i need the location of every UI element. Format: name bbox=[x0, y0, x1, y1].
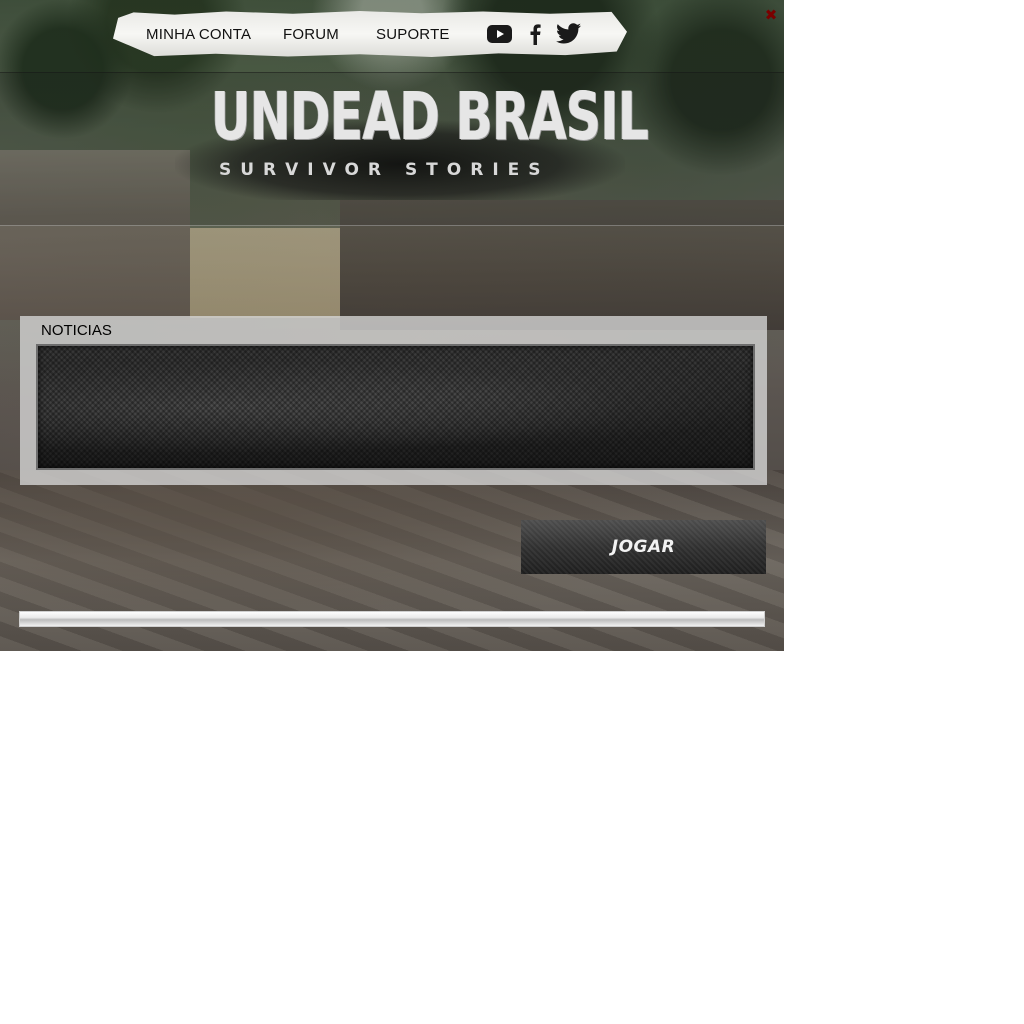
launcher-window: MINHA CONTA FORUM SUPORTE ✖ UNDEAD BRASI… bbox=[0, 0, 784, 651]
facebook-icon[interactable] bbox=[530, 24, 541, 45]
nav-link-suporte[interactable]: SUPORTE bbox=[376, 26, 450, 43]
logo-title: UNDEAD BRASIL bbox=[211, 78, 649, 155]
nav-link-minha-conta[interactable]: MINHA CONTA bbox=[146, 26, 251, 43]
logo-subtitle: SURVIVOR STORIES bbox=[219, 160, 550, 180]
news-title: NOTICIAS bbox=[41, 322, 112, 339]
play-button-label: JOGAR bbox=[611, 537, 676, 557]
news-content-box[interactable] bbox=[36, 344, 755, 470]
game-logo: UNDEAD BRASIL SURVIVOR STORIES bbox=[175, 78, 649, 218]
nav-link-forum[interactable]: FORUM bbox=[283, 26, 339, 43]
close-icon[interactable]: ✖ bbox=[763, 7, 779, 23]
news-panel: NOTICIAS bbox=[20, 316, 767, 485]
play-button[interactable]: JOGAR bbox=[521, 520, 766, 574]
twitter-icon[interactable] bbox=[556, 23, 581, 44]
background-wall bbox=[190, 228, 340, 318]
youtube-icon[interactable] bbox=[487, 25, 512, 43]
progress-bar bbox=[19, 611, 765, 627]
